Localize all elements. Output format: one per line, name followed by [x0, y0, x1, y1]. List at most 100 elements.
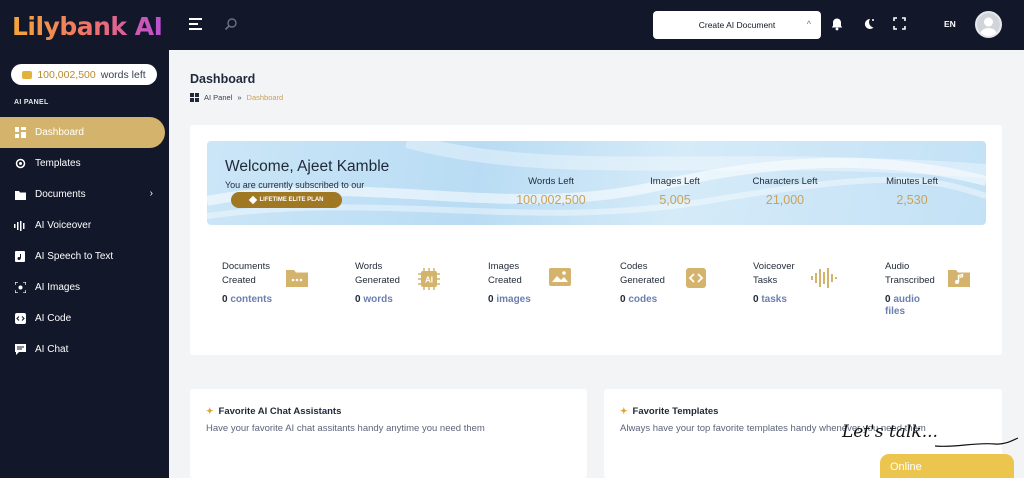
folder-icon: [14, 189, 26, 201]
stat-label: Images Left: [650, 176, 700, 187]
music-folder-icon: [948, 268, 970, 288]
metric-documents-created: Documents Created 0 contents: [222, 260, 342, 306]
metric-label: Words: [355, 261, 383, 272]
sidebar-item-ai-speech-to-text[interactable]: AI Speech to Text: [0, 241, 169, 272]
svg-text:AI: AI: [425, 276, 433, 285]
breadcrumb-link[interactable]: AI Panel: [204, 93, 232, 102]
sidebar-item-label: Dashboard: [35, 127, 84, 138]
words-left-label: words left: [100, 68, 146, 81]
stat-value: 100,002,500: [516, 193, 586, 207]
fullscreen-icon[interactable]: [893, 17, 907, 31]
logo-text: Lilybank AI: [12, 11, 163, 41]
chat-icon: [14, 344, 26, 356]
metric-label: Codes: [620, 261, 648, 272]
sidebar-item-ai-voiceover[interactable]: AI Voiceover: [0, 210, 169, 241]
code-icon: [14, 313, 26, 325]
stat-images-left: Images Left 5,005: [625, 176, 725, 207]
metric-value: 0 tasks: [753, 294, 787, 305]
metric-codes-generated: Codes Generated 0 codes: [620, 260, 740, 306]
metric-label: Documents: [222, 261, 271, 272]
words-left-value: 100,002,500: [37, 68, 96, 81]
sidebar-item-ai-chat[interactable]: AI Chat: [0, 334, 169, 365]
stat-label: Characters Left: [752, 176, 818, 187]
ai-chip-icon: AI: [418, 268, 440, 290]
breadcrumb: AI Panel » Dashboard: [190, 93, 283, 102]
stat-value: 5,005: [659, 193, 691, 207]
welcome-subtitle: You are currently subscribed to our: [225, 180, 365, 190]
favorite-chat-assistants-card: ✦ Favorite AI Chat Assistants Have your …: [190, 389, 587, 478]
chat-callout-swoosh: [935, 437, 1019, 448]
card-subtitle: Have your favorite AI chat assitants han…: [206, 423, 485, 434]
code-icon: [686, 268, 708, 288]
diamond-icon: [248, 195, 257, 205]
sidebar-item-ai-code[interactable]: AI Code: [0, 303, 169, 334]
chat-callout-text[interactable]: Let's talk...: [842, 422, 938, 442]
templates-icon: [14, 158, 26, 170]
metric-label: Created: [488, 275, 522, 286]
sidebar-nav: Dashboard Templates Documents › AI Voice…: [0, 117, 169, 365]
page-title: Dashboard: [190, 72, 256, 86]
sidebar-item-label: Templates: [35, 158, 81, 169]
top-bar: Create AI Document ^ EN: [169, 0, 1024, 50]
sidebar-item-ai-images[interactable]: AI Images: [0, 272, 169, 303]
metric-value: 0 images: [488, 294, 531, 305]
stat-label: Minutes Left: [886, 176, 938, 187]
image-scan-icon: [14, 282, 26, 294]
chevron-up-icon: ^: [806, 19, 811, 29]
welcome-title: Welcome, Ajeet Kamble: [225, 158, 390, 175]
ai-panel-label: AI PANEL: [14, 99, 49, 106]
card-title: ✦ Favorite AI Chat Assistants: [206, 406, 342, 417]
sidebar: Lilybank AI 100,002,500 words left AI PA…: [0, 0, 169, 478]
metric-words-generated: Words Generated 0 words AI: [355, 260, 475, 306]
breadcrumb-current: Dashboard: [246, 93, 284, 102]
stat-words-left: Words Left 100,002,500: [493, 176, 609, 207]
words-icon: [22, 70, 33, 79]
sidebar-item-label: AI Voiceover: [35, 220, 92, 231]
sidebar-item-label: AI Images: [35, 282, 81, 293]
words-left-pill: 100,002,500 words left: [11, 64, 157, 85]
stat-label: Words Left: [528, 176, 574, 187]
metric-label: Generated: [355, 275, 400, 286]
stat-characters-left: Characters Left 21,000: [735, 176, 835, 207]
metric-audio-transcribed: Audio Transcribed 0 audio files: [885, 260, 975, 318]
create-ai-document-label: Create AI Document: [698, 20, 776, 30]
sidebar-item-templates[interactable]: Templates: [0, 148, 169, 179]
notification-bell-icon[interactable]: [830, 17, 844, 31]
metric-value: 0 codes: [620, 294, 658, 305]
chevron-right-icon: ›: [149, 188, 153, 199]
folder-dots-icon: [286, 268, 308, 288]
sidebar-item-label: Documents: [35, 189, 86, 200]
sidebar-item-label: AI Chat: [35, 344, 69, 355]
metric-label: Created: [222, 275, 256, 286]
card-title: ✦ Favorite Templates: [620, 406, 719, 417]
metric-label: Images: [488, 261, 520, 272]
welcome-banner: Welcome, Ajeet Kamble You are currently …: [207, 141, 986, 225]
sidebar-item-dashboard[interactable]: Dashboard: [0, 117, 165, 148]
dark-mode-icon[interactable]: [861, 17, 875, 31]
stat-minutes-left: Minutes Left 2,530: [862, 176, 962, 207]
stat-value: 21,000: [765, 193, 805, 207]
sparkle-icon: ✦: [620, 406, 628, 416]
metric-voiceover-tasks: Voiceover Tasks 0 tasks: [753, 260, 873, 306]
search-icon[interactable]: [224, 17, 238, 31]
metric-label: Generated: [620, 275, 665, 286]
metric-value: 0 contents: [222, 294, 273, 305]
breadcrumb-separator: »: [237, 93, 242, 102]
waveform-icon: [14, 220, 26, 232]
language-selector[interactable]: EN: [944, 19, 956, 29]
avatar[interactable]: [975, 11, 1002, 38]
audio-file-icon: [14, 251, 26, 263]
logo[interactable]: Lilybank AI: [12, 8, 163, 44]
menu-toggle-icon[interactable]: [189, 18, 202, 30]
chat-online-button[interactable]: Online: [880, 454, 1014, 478]
waveform-icon: [811, 268, 837, 288]
metric-images-created: Images Created 0 images: [488, 260, 608, 306]
sidebar-item-label: AI Code: [35, 313, 72, 324]
metric-value: 0 audio files: [885, 294, 921, 317]
sparkle-icon: ✦: [206, 406, 214, 416]
image-icon: [549, 268, 571, 288]
create-ai-document-button[interactable]: Create AI Document ^: [653, 11, 821, 39]
dashboard-icon: [14, 127, 26, 139]
dashboard-icon: [190, 93, 199, 102]
sidebar-item-documents[interactable]: Documents ›: [0, 179, 169, 210]
